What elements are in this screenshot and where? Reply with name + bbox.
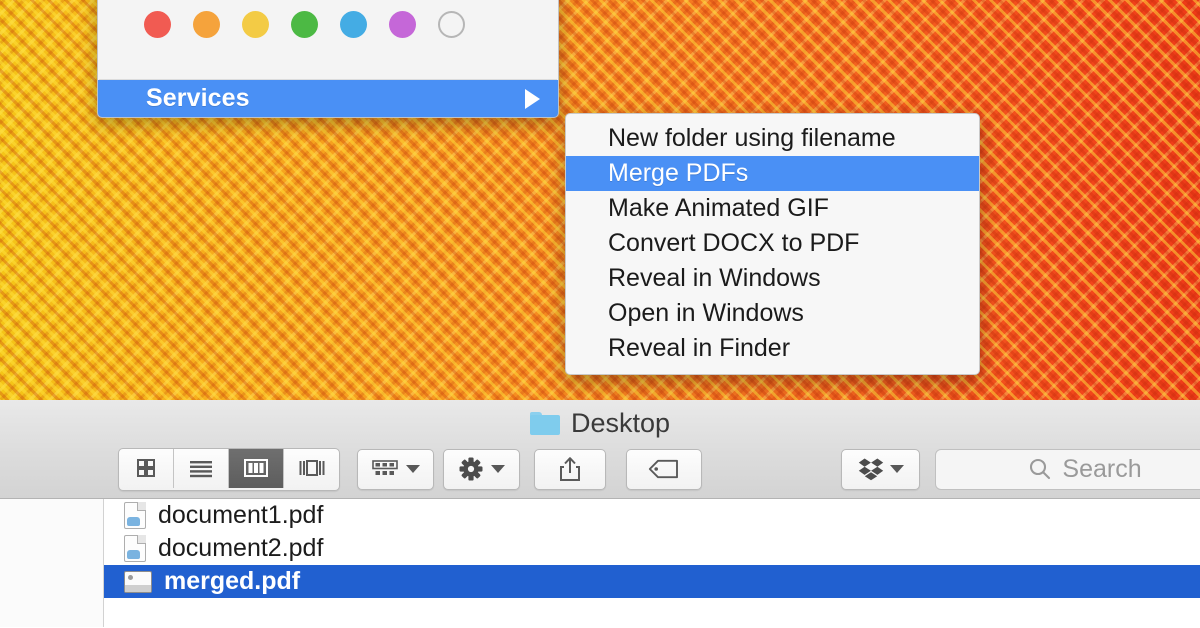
- submenu-item-reveal-in-windows[interactable]: Reveal in Windows: [566, 261, 979, 296]
- list-icon: [190, 461, 212, 478]
- share-icon: [560, 457, 580, 481]
- page-title: Desktop: [570, 408, 671, 438]
- view-mode-segmented-control: [118, 447, 340, 491]
- arrange-grid-icon: [372, 460, 398, 475]
- file-row-document1[interactable]: document1.pdf: [104, 499, 1200, 532]
- context-menu-item-services[interactable]: Services: [98, 80, 558, 117]
- submenu-item-make-animated-gif[interactable]: Make Animated GIF: [566, 191, 979, 226]
- tag-color-green[interactable]: [291, 10, 318, 38]
- context-menu: Services: [97, 0, 559, 118]
- icon-view-button[interactable]: [119, 448, 174, 488]
- grid-icon: [137, 459, 155, 477]
- folder-icon: [529, 412, 560, 435]
- search-input[interactable]: Search: [935, 448, 1200, 490]
- file-list: document1.pdf document2.pdf merged.pdf: [104, 499, 1200, 627]
- submenu-item-merge-pdfs[interactable]: Merge PDFs: [566, 156, 979, 191]
- list-view-button[interactable]: [174, 448, 229, 488]
- columns-icon: [244, 459, 268, 477]
- screenshot-root: Services New folder using filename Merge…: [0, 0, 1200, 628]
- services-label: Services: [146, 84, 250, 112]
- share-button[interactable]: [534, 448, 606, 490]
- file-name: merged.pdf: [164, 567, 301, 595]
- tag-color-blue[interactable]: [340, 10, 367, 38]
- gallery-icon: [299, 460, 324, 476]
- search-icon: [1030, 458, 1051, 480]
- file-name: document1.pdf: [158, 501, 324, 529]
- dropbox-icon: [858, 458, 883, 480]
- pdf-preview-icon: [124, 570, 152, 593]
- finder-window: Desktop Search document1.pdf document2.p…: [0, 400, 1200, 628]
- finder-toolbar-controls: Search: [0, 446, 1200, 492]
- finder-content: document1.pdf document2.pdf merged.pdf: [0, 499, 1200, 627]
- dropbox-button[interactable]: [841, 448, 920, 490]
- tag-color-none[interactable]: [438, 10, 465, 38]
- tag-icon: [648, 459, 678, 479]
- pdf-document-icon: [124, 502, 146, 529]
- tag-color-yellow[interactable]: [242, 10, 269, 38]
- context-menu-filler: [98, 41, 558, 79]
- submenu-item-convert-docx-to-pdf[interactable]: Convert DOCX to PDF: [566, 226, 979, 261]
- gallery-view-button[interactable]: [284, 449, 339, 488]
- triangle-right-icon: [525, 88, 540, 109]
- chevron-down-icon: [491, 465, 505, 473]
- submenu-item-new-folder-using-filename[interactable]: New folder using filename: [566, 121, 979, 156]
- file-name: document2.pdf: [158, 534, 324, 562]
- tag-button[interactable]: [626, 448, 702, 490]
- action-button[interactable]: [443, 448, 520, 490]
- file-row-document2[interactable]: document2.pdf: [104, 532, 1200, 565]
- tag-color-red[interactable]: [144, 10, 171, 38]
- chevron-down-icon: [406, 465, 420, 473]
- submenu-item-open-in-windows[interactable]: Open in Windows: [566, 296, 979, 331]
- tag-color-row: [98, 0, 558, 41]
- submenu-item-reveal-in-finder[interactable]: Reveal in Finder: [566, 331, 979, 366]
- chevron-down-icon: [889, 465, 904, 473]
- finder-sidebar: [0, 499, 104, 627]
- services-submenu: New folder using filename Merge PDFs Mak…: [565, 113, 980, 375]
- gear-icon: [459, 457, 483, 481]
- pdf-document-icon: [124, 535, 146, 562]
- search-placeholder: Search: [1062, 454, 1142, 483]
- file-row-merged[interactable]: merged.pdf: [104, 565, 1200, 598]
- column-view-button[interactable]: [229, 448, 284, 488]
- tag-color-orange[interactable]: [193, 10, 220, 38]
- finder-window-title: Desktop: [0, 408, 1200, 439]
- finder-toolbar: Desktop Search: [0, 400, 1200, 499]
- arrange-button[interactable]: [357, 448, 434, 490]
- tag-color-purple[interactable]: [389, 10, 416, 38]
